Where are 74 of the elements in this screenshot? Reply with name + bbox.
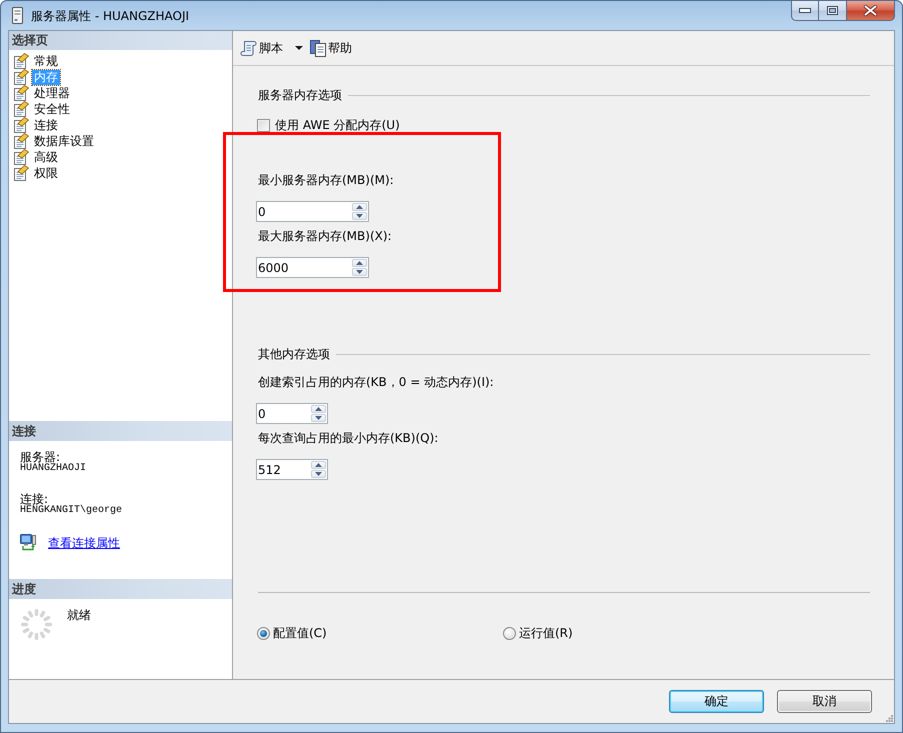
cancel-button[interactable]: 取消: [777, 690, 872, 713]
maximize-button[interactable]: [819, 1, 847, 21]
spin-up-button[interactable]: [311, 405, 326, 413]
up-arrow-icon: [356, 205, 363, 209]
field-label: 最小服务器内存(MB)(M):: [258, 172, 394, 188]
resize-grip-icon[interactable]: [886, 715, 893, 722]
minimize-button[interactable]: [791, 1, 819, 21]
document-pencil-icon: [13, 85, 29, 101]
number-spin-field[interactable]: 512: [256, 459, 328, 480]
down-arrow-icon: [356, 214, 363, 218]
spin-up-button[interactable]: [352, 203, 367, 211]
loading-spinner-icon: [21, 609, 52, 640]
spin-up-button[interactable]: [352, 259, 367, 267]
panel-header: 进度: [9, 579, 232, 599]
page-list-item[interactable]: 高级: [32, 150, 60, 164]
field-label: 创建索引占用的内存(KB，0 = 动态内存)(I):: [258, 374, 494, 390]
minimize-icon: [799, 8, 811, 13]
down-arrow-icon: [315, 416, 322, 420]
page-list-item[interactable]: 处理器: [32, 86, 72, 100]
document-pencil-icon: [13, 53, 29, 69]
number-spin-field[interactable]: 6000: [256, 257, 369, 278]
info-value: HENGKANGIT\george: [20, 505, 122, 517]
up-arrow-icon: [315, 463, 322, 467]
close-icon: [864, 5, 877, 16]
connection-properties-link[interactable]: 查看连接属性: [48, 536, 120, 550]
computer-icon: [20, 534, 36, 551]
help-button[interactable]: 帮助: [310, 37, 352, 59]
up-arrow-icon: [356, 261, 363, 265]
field-label: 最大服务器内存(MB)(X):: [258, 228, 392, 244]
document-pencil-icon: [13, 117, 29, 133]
radio-label: 配置值(C): [273, 625, 327, 641]
server-icon: [12, 7, 23, 24]
panel-header: 连接: [9, 421, 232, 441]
down-arrow-icon: [356, 270, 363, 274]
document-pencil-icon: [13, 165, 29, 181]
page-list-item[interactable]: 连接: [32, 118, 60, 132]
page-list-item[interactable]: 权限: [32, 166, 60, 180]
field-label: 每次查询占用的最小内存(KB)(Q):: [258, 430, 438, 446]
spin-down-button[interactable]: [352, 212, 367, 220]
document-pencil-icon: [13, 149, 29, 165]
caret-icon: [295, 46, 303, 50]
radio-label: 运行值(R): [519, 625, 573, 641]
down-arrow-icon: [315, 472, 322, 476]
script-dropdown[interactable]: 脚本: [240, 37, 303, 59]
info-label: 连接:: [20, 493, 48, 505]
page-list-item[interactable]: 数据库设置: [32, 134, 96, 148]
number-spin-field[interactable]: 0: [256, 403, 328, 424]
up-arrow-icon: [315, 407, 322, 411]
document-pencil-icon: [13, 69, 29, 85]
checkbox[interactable]: [257, 118, 270, 132]
radio-button[interactable]: [257, 626, 270, 640]
ok-button[interactable]: 确定: [669, 690, 764, 713]
spin-down-button[interactable]: [352, 268, 367, 276]
section-title: 服务器内存选项: [258, 87, 342, 103]
spin-down-button[interactable]: [311, 470, 326, 478]
book-icon: [310, 40, 326, 56]
maximize-icon: [827, 6, 838, 15]
info-label: 服务器:: [20, 451, 60, 463]
scroll-icon: [240, 40, 257, 56]
spin-down-button[interactable]: [311, 414, 326, 422]
status-text: 就绪: [67, 609, 91, 621]
radio-button[interactable]: [503, 626, 516, 640]
window-title: 服务器属性 - HUANGZHAOJI: [31, 8, 190, 24]
page-list-item[interactable]: 安全性: [32, 102, 72, 116]
spin-up-button[interactable]: [311, 461, 326, 469]
close-button[interactable]: [847, 1, 895, 21]
document-pencil-icon: [13, 133, 29, 149]
section-title: 其他内存选项: [258, 346, 330, 362]
page-list-item[interactable]: 常规: [32, 54, 60, 68]
document-pencil-icon: [13, 101, 29, 117]
panel-header: 选择页: [9, 31, 232, 50]
checkbox-label: 使用 AWE 分配内存(U): [275, 117, 400, 133]
info-value: HUANGZHAOJI: [20, 463, 86, 475]
number-spin-field[interactable]: 0: [256, 201, 369, 222]
